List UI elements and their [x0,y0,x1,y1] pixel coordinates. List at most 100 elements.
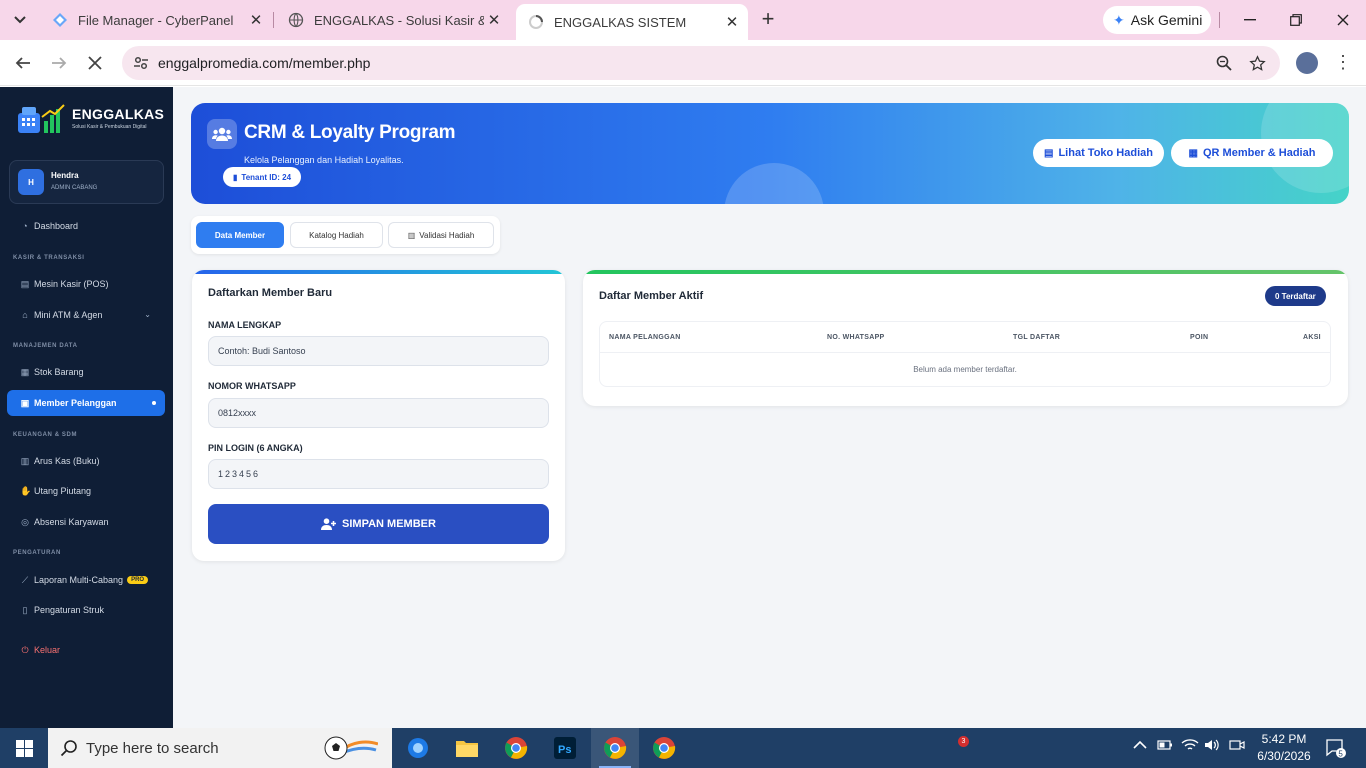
table-header: NAMA PELANGGAN NO. WHATSAPP TGL DAFTAR P… [600,322,1330,353]
users-icon [207,119,237,149]
taskbar-app-icon[interactable] [394,728,442,768]
sidebar-item-label: Utang Piutang [34,486,92,496]
tab-search-chevron-icon[interactable] [6,6,34,34]
site-settings-icon[interactable] [130,52,152,74]
minimize-button[interactable] [1238,8,1262,32]
sidebar-item-utang[interactable]: ✋ Utang Piutang [7,478,165,504]
page-title: CRM & Loyalty Program [244,122,456,143]
forward-button[interactable] [45,49,73,77]
close-icon[interactable]: ✕ [722,12,742,32]
stop-loading-button[interactable] [81,49,109,77]
soccer-ball-search-highlight-icon [324,736,378,760]
chevron-up-icon[interactable] [1133,738,1147,752]
tab-validasi-hadiah[interactable]: ▥ Validasi Hadiah [388,222,494,248]
active-members-card: Daftar Member Aktif 0 Terdaftar NAMA PEL… [583,270,1348,406]
tab-divider [1219,12,1220,28]
barcode-icon: ▥ [407,230,416,240]
ask-gemini-button[interactable]: ✦ Ask Gemini [1103,6,1211,34]
close-window-button[interactable] [1331,8,1355,32]
sidebar-item-label: Stok Barang [34,367,84,377]
wifi-icon[interactable] [1181,738,1199,752]
tab-enggalkas-solusi[interactable]: ENGGALKAS - Solusi Kasir & Pe ✕ [276,4,510,36]
cyberpanel-favicon-icon [53,13,67,27]
photoshop-icon[interactable]: Ps [541,728,589,768]
section-heading-data: MANAJEMEN DATA [13,343,78,349]
pin-label: PIN LOGIN (6 ANGKA) [208,443,303,453]
sidebar-item-dashboard[interactable]: ◔ Dashboard [7,213,165,239]
action-center-icon[interactable]: 5 [1326,738,1346,758]
column-header: TGL DAFTAR [1013,334,1061,341]
column-header: POIN [1190,334,1209,341]
meet-now-icon[interactable] [1229,738,1245,752]
fingerprint-icon: ◎ [21,517,29,527]
user-card[interactable]: H Hendra ADMIN CABANG [9,160,164,204]
tab-file-manager[interactable]: File Manager - CyberPanel ✕ [40,4,272,36]
restore-button[interactable] [1284,8,1308,32]
sidebar-item-arus-kas[interactable]: ▥ Arus Kas (Buku) [7,448,165,474]
boxes-icon: ▦ [20,367,30,377]
tab-data-member[interactable]: Data Member [196,222,284,248]
page-header-banner: CRM & Loyalty Program Kelola Pelanggan d… [191,103,1349,204]
back-button[interactable] [9,49,37,77]
sidebar-item-absensi[interactable]: ◎ Absensi Karyawan [7,509,165,535]
url-text[interactable]: enggalpromedia.com/member.php [158,55,370,71]
browser-tab-strip: File Manager - CyberPanel ✕ ENGGALKAS - … [0,0,1366,40]
tab-label: Validasi Hadiah [419,230,475,240]
form-title: Daftarkan Member Baru [208,287,333,299]
main-content: CRM & Loyalty Program Kelola Pelanggan d… [173,87,1366,728]
tab-title: ENGGALKAS SISTEM [554,14,687,30]
logo-cash-register-icon [18,104,65,133]
hand-coin-icon: ✋ [20,486,32,496]
section-tabs: Data Member Katalog Hadiah ▥ Validasi Ha… [191,216,500,254]
tab-title: File Manager - CyberPanel [78,12,234,28]
cash-register-icon: ▤ [20,279,30,289]
address-bar[interactable]: enggalpromedia.com/member.php [122,46,1280,80]
avatar: H [18,169,44,195]
sidebar-item-stok[interactable]: ▦ Stok Barang [7,359,165,385]
taskbar-search-box[interactable]: Type here to search [48,728,392,768]
chrome-icon[interactable] [492,728,540,768]
column-header: AKSI [1303,334,1321,341]
bookmark-star-icon[interactable] [1246,52,1268,74]
member-count-badge: 0 Terdaftar [1265,286,1326,306]
volume-icon[interactable] [1204,738,1220,752]
clock-date: 6/30/2026 [1257,749,1311,763]
tab-enggalkas-sistem[interactable]: ENGGALKAS SISTEM ✕ [516,4,748,40]
lihat-toko-hadiah-button[interactable]: ▤ Lihat Toko Hadiah [1033,139,1164,167]
sidebar-item-keluar[interactable]: ⏻ Keluar [7,637,165,663]
sidebar-item-pos[interactable]: ▤ Mesin Kasir (POS) [7,271,165,297]
search-placeholder: Type here to search [86,739,219,757]
wallet-icon: ▥ [20,456,30,466]
chrome-profile-icon[interactable] [640,728,688,768]
button-label: QR Member & Hadiah [1202,147,1316,159]
pin-input[interactable]: 123456 [208,459,549,489]
sidebar-item-struk[interactable]: ▯ Pengaturan Struk [7,597,165,623]
sidebar-item-mini-atm[interactable]: ⌂ Mini ATM & Agen ⌄ [7,302,165,328]
browser-menu-icon[interactable]: ⋮ [1334,52,1352,74]
tab-katalog-hadiah[interactable]: Katalog Hadiah [290,222,383,248]
decorative-circle [724,163,824,204]
file-explorer-icon[interactable] [443,728,491,768]
chrome-active-icon[interactable] [591,728,639,768]
simpan-member-button[interactable]: SIMPAN MEMBER [208,504,549,544]
register-member-card: Daftarkan Member Baru NAMA LENGKAP Conto… [192,270,565,561]
new-tab-button[interactable]: + [756,8,780,32]
qr-member-hadiah-button[interactable]: ▦ QR Member & Hadiah [1171,139,1333,167]
close-icon[interactable]: ✕ [484,10,504,30]
brand-tagline: Solusi Kasir & Pembukuan Digital [72,124,147,130]
profile-avatar[interactable] [1296,52,1318,74]
whatsapp-input[interactable]: 0812xxxx [208,398,549,428]
store-icon: ▤ [1044,147,1054,159]
close-icon[interactable]: ✕ [246,10,266,30]
sidebar-item-laporan[interactable]: ⟋ Laporan Multi-Cabang PRO [7,567,165,593]
tab-title: ENGGALKAS - Solusi Kasir & Pe [314,12,484,28]
tab-divider [273,12,274,28]
sidebar-item-member[interactable]: ▣ Member Pelanggan [7,390,165,416]
nama-input[interactable]: Contoh: Budi Santoso [208,336,549,366]
windows-start-button[interactable] [0,728,48,768]
zoom-icon[interactable] [1213,52,1235,74]
battery-icon[interactable] [1157,738,1173,752]
globe-icon [288,12,304,28]
column-header: NO. WHATSAPP [827,334,885,341]
system-clock[interactable]: 5:42 PM 6/30/2026 [1252,731,1316,765]
